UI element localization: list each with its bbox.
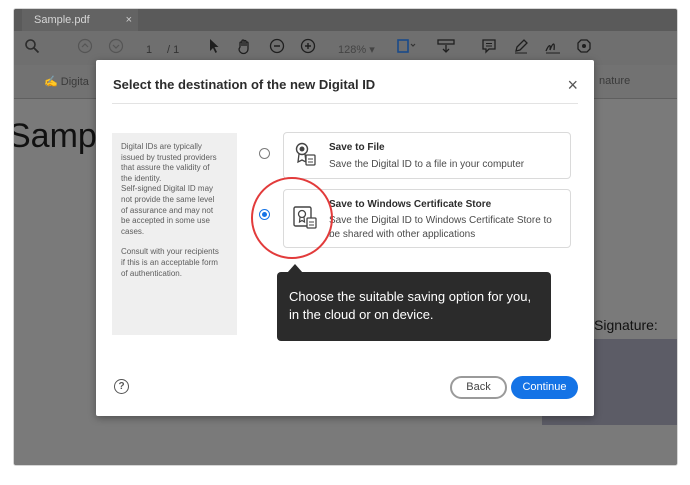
info-paragraph: Consult with your recipients if this is … xyxy=(121,247,219,278)
continue-button[interactable]: Continue xyxy=(511,376,578,399)
search-icon[interactable] xyxy=(24,38,40,60)
scroll-mode-icon[interactable] xyxy=(437,38,455,60)
certificate-file-icon xyxy=(292,141,318,167)
fit-page-icon[interactable] xyxy=(396,38,416,60)
document-title: Sampl xyxy=(13,117,105,155)
divider xyxy=(112,103,578,104)
guide-tooltip: Choose the suitable saving option for yo… xyxy=(277,272,551,341)
zoom-level-select[interactable]: 128% ▾ xyxy=(338,40,375,60)
digital-id-label: Digita xyxy=(60,76,89,88)
digital-id-dialog: Select the destination of the new Digita… xyxy=(96,60,594,416)
signature-label: Signature: xyxy=(594,317,658,333)
help-icon[interactable]: ? xyxy=(114,379,129,394)
option-description: Save the Digital ID to a file in your co… xyxy=(329,159,525,170)
pen-icon[interactable] xyxy=(513,38,529,60)
option-description: Save the Digital ID to Windows Certifica… xyxy=(329,215,552,240)
select-arrow-icon[interactable] xyxy=(207,38,221,60)
highlight-ring xyxy=(251,177,333,259)
page-up-icon[interactable] xyxy=(77,38,93,60)
option-title: Save to File xyxy=(329,142,385,153)
page-current[interactable]: 1 xyxy=(146,40,152,60)
hand-icon[interactable] xyxy=(236,38,253,61)
close-icon[interactable]: × xyxy=(567,76,578,94)
zoom-level: 128% xyxy=(338,44,367,56)
signature-tool-label[interactable]: nature xyxy=(599,75,630,87)
info-panel: Digital IDs are typically issued by trus… xyxy=(112,133,237,335)
tab-title: Sample.pdf xyxy=(34,14,90,26)
digital-id-tool[interactable]: ✍ Digita xyxy=(44,75,89,88)
document-tab[interactable]: Sample.pdf × xyxy=(22,9,138,31)
page-total: / 1 xyxy=(167,44,180,56)
more-tools-icon[interactable] xyxy=(576,38,592,60)
option-title: Save to Windows Certificate Store xyxy=(329,199,492,210)
comment-icon[interactable] xyxy=(481,38,497,60)
save-to-file-radio[interactable] xyxy=(259,148,270,159)
zoom-in-icon[interactable] xyxy=(300,38,316,60)
tab-close-icon[interactable]: × xyxy=(126,9,132,31)
option-save-to-file[interactable]: Save to File Save the Digital ID to a fi… xyxy=(283,132,571,179)
zoom-out-icon[interactable] xyxy=(269,38,285,60)
back-button[interactable]: Back xyxy=(450,376,507,399)
page-down-icon[interactable] xyxy=(108,38,124,60)
info-paragraph: Digital IDs are typically issued by trus… xyxy=(121,142,217,236)
tab-bar: Sample.pdf × xyxy=(14,9,677,31)
sign-icon[interactable] xyxy=(544,38,562,60)
dialog-title: Select the destination of the new Digita… xyxy=(113,77,376,92)
